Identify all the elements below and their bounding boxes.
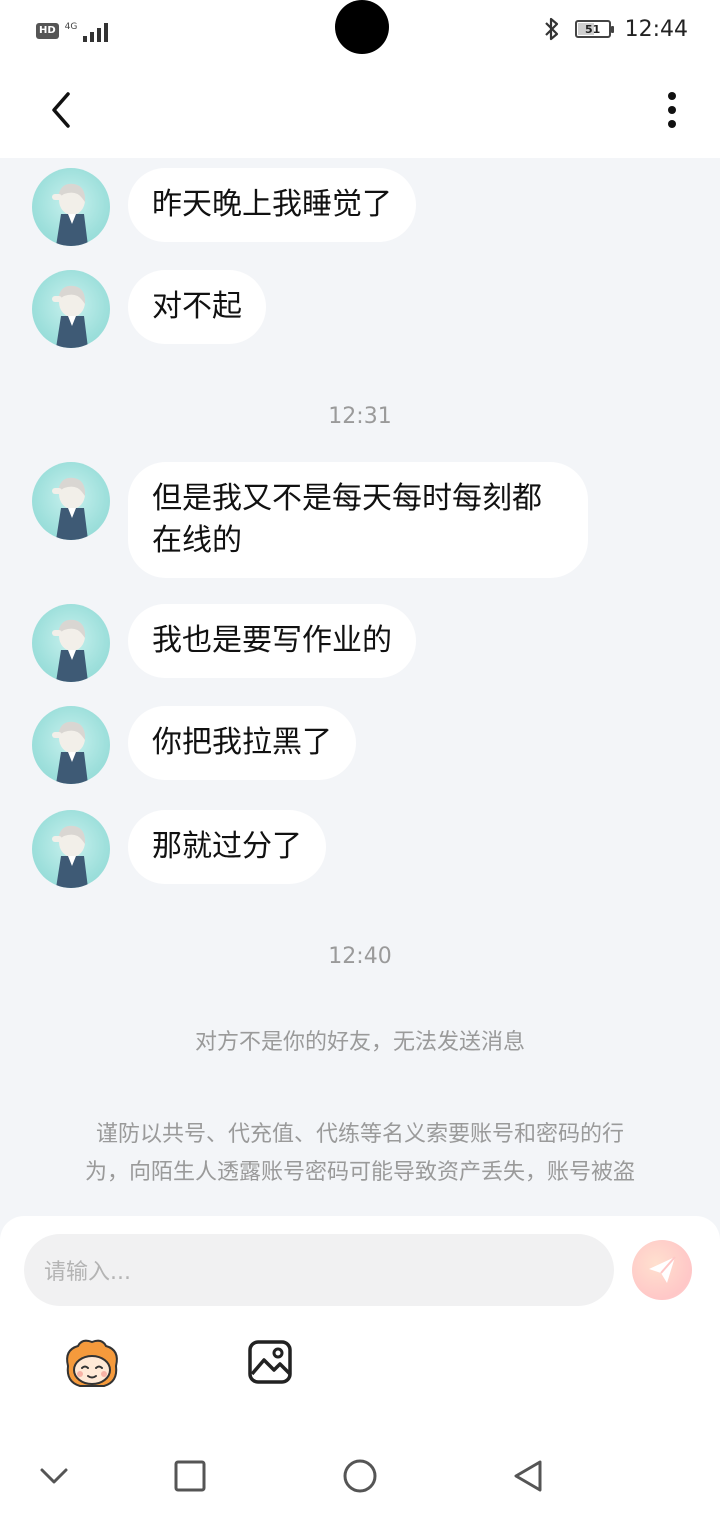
avatar[interactable]: [32, 810, 110, 888]
avatar[interactable]: [32, 270, 110, 348]
system-nav-bar: [0, 1436, 720, 1520]
sticker-face-icon: [66, 1339, 118, 1387]
message-item: 但是我又不是每天每时每刻都在线的: [32, 462, 588, 578]
nav-recents-button[interactable]: [168, 1454, 212, 1498]
status-bar: HD 4G 51 12:44: [0, 0, 720, 64]
message-input[interactable]: 请输入...: [24, 1234, 614, 1306]
nav-collapse-button[interactable]: [32, 1454, 76, 1498]
hd-badge: HD: [36, 23, 59, 39]
battery-level-text: 51: [584, 22, 601, 36]
battery-icon: 51: [574, 20, 614, 38]
message-item: 我也是要写作业的: [32, 604, 416, 682]
system-notice: 对方不是你的好友，无法发送消息: [194, 1030, 525, 1055]
bluetooth-icon: [544, 17, 558, 41]
more-vertical-icon: [668, 92, 676, 128]
network-label: 4G: [64, 22, 78, 32]
message-bubble[interactable]: 昨天晚上我睡觉了: [128, 168, 416, 242]
send-button[interactable]: [632, 1240, 692, 1300]
avatar-character-icon: [52, 825, 88, 888]
nav-home-button[interactable]: [338, 1454, 382, 1498]
paper-plane-icon: [649, 1256, 676, 1283]
security-warning-line: 谨防以共号、代充值、代练等名义索要账号和密码的行: [95, 1122, 624, 1147]
sticker-button[interactable]: [60, 1336, 124, 1392]
square-icon: [174, 1460, 206, 1492]
triangle-back-icon: [514, 1460, 542, 1492]
message-bubble[interactable]: 你把我拉黑了: [128, 706, 356, 780]
avatar[interactable]: [32, 168, 110, 246]
more-options-button[interactable]: [652, 86, 692, 134]
message-bubble[interactable]: 但是我又不是每天每时每刻都在线的: [128, 462, 588, 578]
security-warning: 谨防以共号、代充值、代练等名义索要账号和密码的行 为，向陌生人透露账号密码可能导…: [56, 1116, 664, 1192]
message-bubble[interactable]: 对不起: [128, 270, 266, 344]
timestamp: 12:40: [328, 944, 392, 969]
image-icon: [248, 1340, 292, 1384]
security-warning-line: 为，向陌生人透露账号密码可能导致资产丢失，账号被盗: [84, 1160, 635, 1185]
message-item: 对不起: [32, 270, 266, 348]
avatar[interactable]: [32, 604, 110, 682]
avatar[interactable]: [32, 706, 110, 784]
avatar-character-icon: [52, 183, 88, 246]
nav-back-button[interactable]: [506, 1454, 550, 1498]
avatar-character-icon: [52, 721, 88, 784]
timestamp: 12:31: [328, 404, 392, 429]
avatar-character-icon: [52, 477, 88, 540]
message-item: 那就过分了: [32, 810, 326, 888]
camera-cutout: [335, 0, 389, 54]
message-item: 昨天晚上我睡觉了: [32, 168, 416, 246]
avatar[interactable]: [32, 462, 110, 540]
back-button[interactable]: [40, 88, 84, 132]
message-bubble[interactable]: 那就过分了: [128, 810, 326, 884]
circle-icon: [343, 1459, 377, 1493]
top-bar: [0, 64, 720, 158]
message-item: 你把我拉黑了: [32, 706, 356, 784]
image-button[interactable]: [246, 1338, 294, 1386]
clock: 12:44: [624, 16, 688, 42]
status-left: HD 4G: [36, 20, 113, 42]
status-right: 51 12:44: [543, 16, 688, 42]
chevron-down-icon: [40, 1468, 68, 1484]
chevron-left-icon: [52, 92, 70, 128]
avatar-character-icon: [52, 619, 88, 682]
signal-icon: [83, 23, 109, 42]
message-bubble[interactable]: 我也是要写作业的: [128, 604, 416, 678]
avatar-character-icon: [52, 285, 88, 348]
